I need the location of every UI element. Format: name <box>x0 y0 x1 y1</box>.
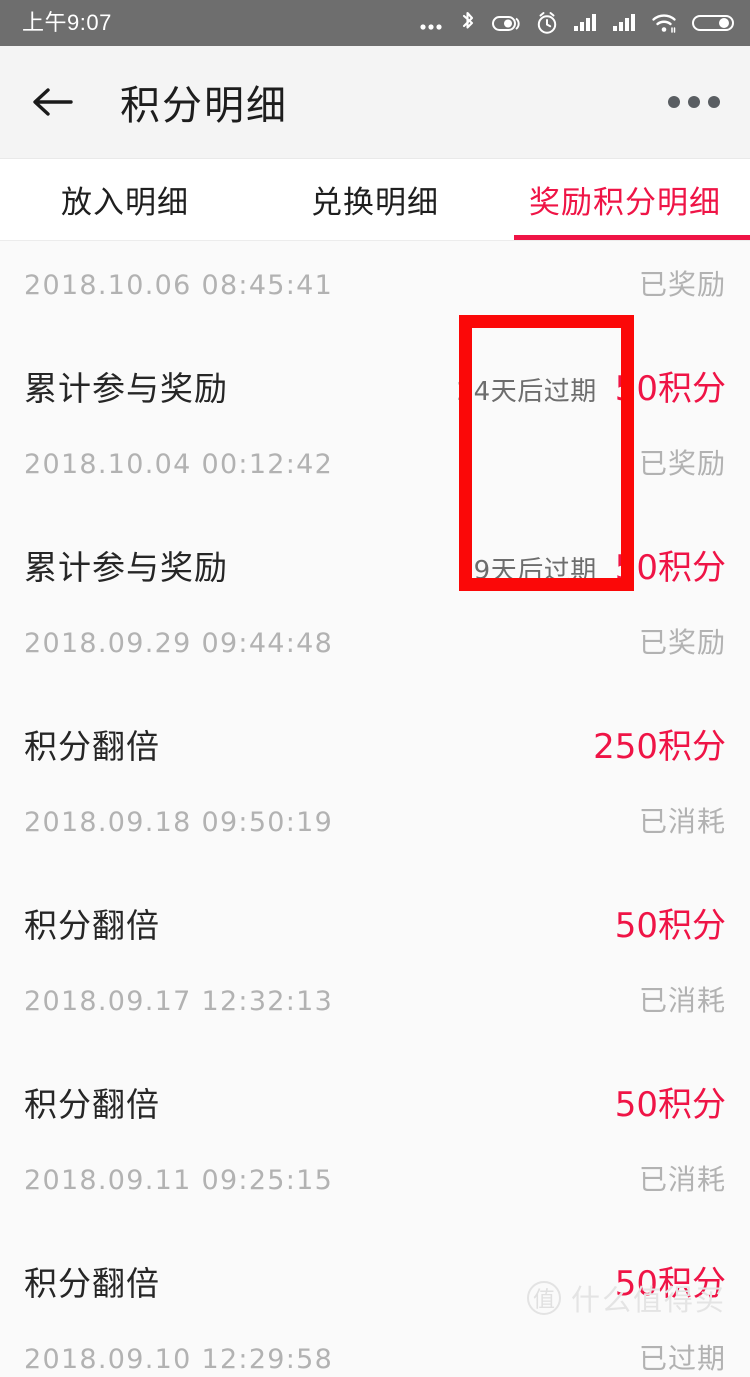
back-button[interactable] <box>26 74 82 130</box>
tab-deposit-details[interactable]: 放入明细 <box>0 159 250 240</box>
tab-exchange-details[interactable]: 兑换明细 <box>250 159 500 240</box>
list-item-main: 积分翻倍 50积分 <box>24 1019 726 1126</box>
list-item-points: 50积分 <box>614 1085 726 1125</box>
list-item-expiry: 19天后过期 <box>456 556 597 586</box>
list-item-status: 已消耗 <box>638 805 726 838</box>
list-item-values: 50积分 <box>597 898 726 947</box>
list-item-title: 积分翻倍 <box>24 1264 160 1303</box>
list-item-date: 2018.09.10 12:29:58 <box>24 1344 334 1375</box>
signal-sim2-icon <box>613 14 635 31</box>
list-item-title: 累计参与奖励 <box>24 548 228 587</box>
list-item-main: 累计参与奖励 19天后过期 50积分 <box>24 482 726 589</box>
page-title: 积分明细 <box>120 83 288 129</box>
more-options-icon <box>688 96 700 108</box>
watermark-text: 什么值得买 <box>570 1283 726 1317</box>
list-item-status: 已奖励 <box>638 447 726 480</box>
list-item-values: 19天后过期 50积分 <box>457 540 726 589</box>
list-item-title: 累计参与奖励 <box>24 369 228 408</box>
more-dots-icon <box>420 24 442 30</box>
list-item-points: 250积分 <box>593 727 726 767</box>
list-item-title: 积分翻倍 <box>24 727 160 766</box>
points-detail-list: 2018.10.06 08:45:41 已奖励 累计参与奖励 24天后过期 50… <box>0 241 750 1377</box>
more-options-icon <box>668 96 680 108</box>
list-item-date: 2018.10.06 08:45:41 <box>24 270 334 301</box>
list-item-date: 2018.10.04 00:12:42 <box>24 449 334 480</box>
status-bar-icons <box>419 10 734 36</box>
wifi-icon <box>652 14 676 33</box>
list-item[interactable]: 累计参与奖励 19天后过期 50积分 2018.09.29 09:44:48 已… <box>0 482 750 661</box>
list-item-main: 积分翻倍 250积分 <box>24 661 726 768</box>
list-item-status: 已消耗 <box>638 984 726 1017</box>
overflow-menu-button[interactable] <box>664 82 724 122</box>
list-item[interactable]: 累计参与奖励 24天后过期 50积分 2018.10.04 00:12:42 已… <box>0 303 750 482</box>
battery-icon <box>692 15 734 31</box>
list-item-status: 已奖励 <box>638 268 726 301</box>
back-arrow-icon <box>33 88 73 116</box>
status-bar: 上午9:07 <box>0 0 750 46</box>
do-not-disturb-icon <box>492 16 520 31</box>
list-item-meta: 2018.10.06 08:45:41 已奖励 <box>24 263 726 303</box>
list-item-expiry: 24天后过期 <box>456 377 597 407</box>
list-item-title: 积分翻倍 <box>24 1085 160 1124</box>
watermark: 值 什么值得买 <box>526 1277 726 1319</box>
list-item-meta: 2018.10.04 00:12:42 已奖励 <box>24 410 726 482</box>
list-item-date: 2018.09.11 09:25:15 <box>24 1165 334 1196</box>
list-item-points: 50积分 <box>614 548 726 588</box>
app-bar: 积分明细 <box>0 46 750 159</box>
list-item-values: 24天后过期 50积分 <box>457 361 726 410</box>
list-item[interactable]: 积分翻倍 50积分 2018.09.11 09:25:15 已消耗 <box>0 1019 750 1198</box>
alarm-icon <box>537 12 557 34</box>
tab-reward-points-details[interactable]: 奖励积分明细 <box>500 159 750 240</box>
list-item-status: 已奖励 <box>638 626 726 659</box>
list-item-date: 2018.09.29 09:44:48 <box>24 628 334 659</box>
list-item-values: 250积分 <box>575 719 726 768</box>
tab-bar: 放入明细 兑换明细 奖励积分明细 <box>0 159 750 241</box>
list-item[interactable]: 2018.10.06 08:45:41 已奖励 <box>0 241 750 303</box>
list-item[interactable]: 积分翻倍 250积分 2018.09.18 09:50:19 已消耗 <box>0 661 750 840</box>
list-item-values: 50积分 <box>597 1077 726 1126</box>
list-item-date: 2018.09.17 12:32:13 <box>24 986 334 1017</box>
list-item-points: 50积分 <box>614 906 726 946</box>
list-item-main: 积分翻倍 50积分 <box>24 840 726 947</box>
list-item-meta: 2018.09.17 12:32:13 已消耗 <box>24 947 726 1019</box>
list-item-main: 累计参与奖励 24天后过期 50积分 <box>24 303 726 410</box>
watermark-logo-icon: 值 <box>526 1281 561 1315</box>
signal-sim1-icon <box>574 14 596 31</box>
status-bar-clock: 上午9:07 <box>22 10 112 35</box>
list-item-points: 50积分 <box>614 369 726 409</box>
list-item-meta: 2018.09.29 09:44:48 已奖励 <box>24 589 726 661</box>
more-options-icon <box>708 96 720 108</box>
list-item-title: 积分翻倍 <box>24 906 160 945</box>
list-item[interactable]: 积分翻倍 50积分 2018.09.17 12:32:13 已消耗 <box>0 840 750 1019</box>
list-item-date: 2018.09.18 09:50:19 <box>24 807 334 838</box>
bluetooth-icon <box>462 11 474 29</box>
list-item-meta: 2018.09.18 09:50:19 已消耗 <box>24 768 726 840</box>
list-item-status: 已过期 <box>638 1342 726 1375</box>
list-item-status: 已消耗 <box>638 1163 726 1196</box>
list-item-meta: 2018.09.11 09:25:15 已消耗 <box>24 1126 726 1198</box>
